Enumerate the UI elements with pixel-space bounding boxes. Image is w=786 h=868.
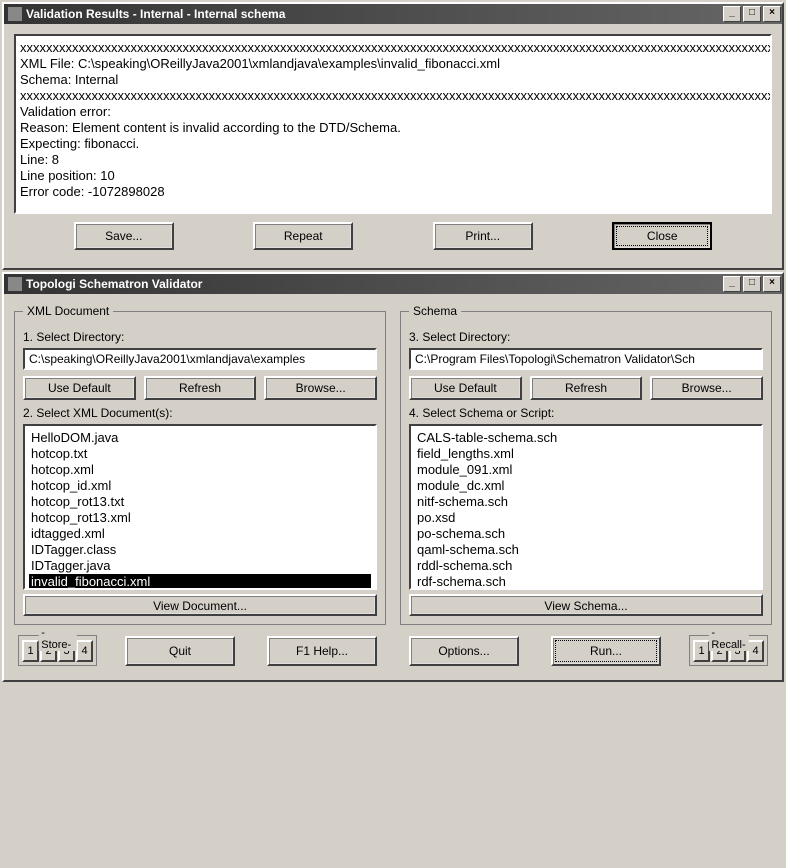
xml-directory-input[interactable] (23, 348, 377, 370)
list-item[interactable]: invalid_fibonacci.xml (29, 574, 371, 590)
xml-browse-button[interactable]: Browse... (264, 376, 377, 400)
validation-results-window: Validation Results - Internal - Internal… (2, 2, 784, 270)
schema-listbox[interactable]: CALS-table-schema.schfield_lengths.xmlmo… (409, 424, 763, 590)
list-item[interactable]: IDTagger.java (29, 558, 371, 574)
maximize-button[interactable]: □ (743, 276, 761, 292)
list-item[interactable]: nitf-schema.sch (415, 494, 757, 510)
view-schema-button[interactable]: View Schema... (409, 594, 763, 616)
repeat-button[interactable]: Repeat (253, 222, 353, 250)
close-window-button[interactable]: × (763, 276, 781, 292)
recall-slot-4[interactable]: 4 (747, 640, 764, 662)
view-document-button[interactable]: View Document... (23, 594, 377, 616)
list-item[interactable]: po.xsd (415, 510, 757, 526)
list-item[interactable]: module_091.xml (415, 462, 757, 478)
list-item[interactable]: rddl-schema.sch (415, 558, 757, 574)
app-icon (8, 7, 22, 21)
list-item[interactable]: module_dc.xml (415, 478, 757, 494)
recall-label: -Recall- (708, 627, 748, 651)
list-item[interactable]: HelloDOM.java (29, 430, 371, 446)
minimize-button[interactable]: _ (723, 6, 741, 22)
list-item[interactable]: field_lengths.xml (415, 446, 757, 462)
close-button[interactable]: Close (612, 222, 712, 250)
minimize-button[interactable]: _ (723, 276, 741, 292)
list-item[interactable]: hotcop_id.xml (29, 478, 371, 494)
list-item[interactable]: qaml-schema.sch (415, 542, 757, 558)
options-button[interactable]: Options... (409, 636, 519, 666)
validation-text: xxxxxxxxxxxxxxxxxxxxxxxxxxxxxxxxxxxxxxxx… (20, 40, 772, 199)
list-item[interactable]: rdf-schema.sch (415, 574, 757, 590)
step1-label: 1. Select Directory: (23, 330, 377, 344)
maximize-button[interactable]: □ (743, 6, 761, 22)
help-button[interactable]: F1 Help... (267, 636, 377, 666)
quit-button[interactable]: Quit (125, 636, 235, 666)
list-item[interactable]: hotcop.xml (29, 462, 371, 478)
xml-document-group: XML Document 1. Select Directory: Use De… (14, 304, 386, 625)
store-slot-4[interactable]: 4 (76, 640, 93, 662)
save-button[interactable]: Save... (74, 222, 174, 250)
titlebar[interactable]: Validation Results - Internal - Internal… (4, 4, 782, 24)
close-window-button[interactable]: × (763, 6, 781, 22)
list-item[interactable]: hotcop_rot13.txt (29, 494, 371, 510)
list-item[interactable]: po-schema.sch (415, 526, 757, 542)
step4-label: 4. Select Schema or Script: (409, 406, 763, 420)
validation-text-panel[interactable]: xxxxxxxxxxxxxxxxxxxxxxxxxxxxxxxxxxxxxxxx… (14, 34, 772, 214)
list-item[interactable]: idtagged.xml (29, 526, 371, 542)
list-item[interactable]: IDTagger.class (29, 542, 371, 558)
schema-use-default-button[interactable]: Use Default (409, 376, 522, 400)
window-title: Topologi Schematron Validator (26, 277, 722, 291)
schema-refresh-button[interactable]: Refresh (530, 376, 643, 400)
xml-group-legend: XML Document (23, 304, 113, 318)
titlebar[interactable]: Topologi Schematron Validator _ □ × (4, 274, 782, 294)
print-button[interactable]: Print... (433, 222, 533, 250)
recall-group: -Recall- 1234 (689, 635, 768, 666)
list-item[interactable]: CALS-table-schema.sch (415, 430, 757, 446)
xml-refresh-button[interactable]: Refresh (144, 376, 257, 400)
step3-label: 3. Select Directory: (409, 330, 763, 344)
store-label: -Store- (38, 627, 77, 651)
schema-group-legend: Schema (409, 304, 461, 318)
schema-group: Schema 3. Select Directory: Use Default … (400, 304, 772, 625)
app-icon (8, 277, 22, 291)
schema-browse-button[interactable]: Browse... (650, 376, 763, 400)
xml-document-listbox[interactable]: HelloDOM.javahotcop.txthotcop.xmlhotcop_… (23, 424, 377, 590)
store-slot-1[interactable]: 1 (22, 640, 39, 662)
xml-use-default-button[interactable]: Use Default (23, 376, 136, 400)
step2-label: 2. Select XML Document(s): (23, 406, 377, 420)
run-button[interactable]: Run... (551, 636, 661, 666)
schematron-validator-window: Topologi Schematron Validator _ □ × XML … (2, 272, 784, 682)
store-group: -Store- 1234 (18, 635, 97, 666)
window-title: Validation Results - Internal - Internal… (26, 7, 722, 21)
list-item[interactable]: hotcop.txt (29, 446, 371, 462)
schema-directory-input[interactable] (409, 348, 763, 370)
list-item[interactable]: hotcop_rot13.xml (29, 510, 371, 526)
